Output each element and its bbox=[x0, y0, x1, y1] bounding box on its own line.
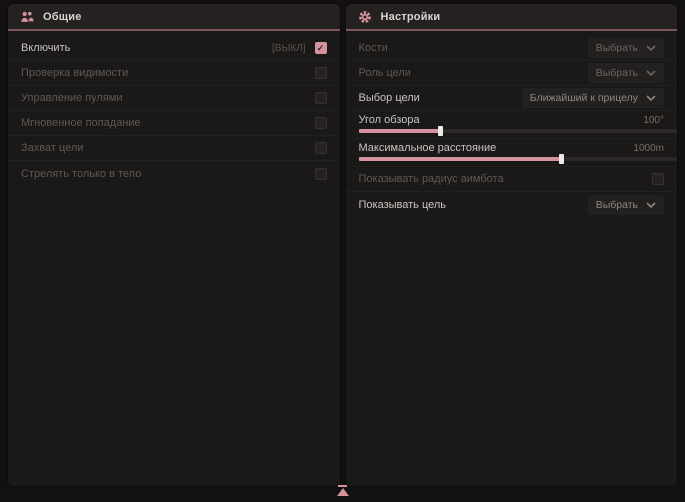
setting-row: Максимальное расстояние 1000m bbox=[346, 139, 678, 167]
checkbox[interactable] bbox=[315, 67, 327, 79]
chevron-down-icon bbox=[646, 95, 656, 101]
setting-row: Мгновенное попадание bbox=[8, 111, 340, 136]
panel-general-header: Общие bbox=[8, 4, 340, 31]
setting-label: Проверка видимости bbox=[21, 67, 315, 79]
slider-label-row: Угол обзора 100° bbox=[359, 114, 665, 126]
users-icon bbox=[20, 10, 34, 24]
dropdown[interactable]: Ближайший к прицелу bbox=[522, 88, 664, 108]
setting-label: Показывать цель bbox=[359, 199, 588, 211]
dropdown-value: Выбрать bbox=[596, 67, 638, 79]
panel-title: Настройки bbox=[381, 11, 441, 23]
panel-title: Общие bbox=[43, 11, 82, 23]
setting-label: Включить bbox=[21, 42, 272, 54]
setting-label: Роль цели bbox=[359, 67, 588, 79]
dropdown-value: Выбрать bbox=[596, 42, 638, 54]
setting-label: Захват цели bbox=[21, 142, 315, 154]
setting-row: Угол обзора 100° bbox=[346, 111, 678, 139]
slider[interactable] bbox=[359, 157, 678, 161]
checkbox[interactable] bbox=[652, 173, 664, 185]
setting-row: Показывать цель Выбрать bbox=[346, 192, 678, 217]
setting-label: Угол обзора bbox=[359, 114, 644, 126]
setting-row: Управление пулями bbox=[8, 86, 340, 111]
setting-label: Стрелять только в тело bbox=[21, 168, 315, 180]
setting-row: Выбор цели Ближайший к прицелу bbox=[346, 86, 678, 111]
panel-settings-header: Настройки bbox=[346, 4, 678, 31]
chevron-down-icon bbox=[646, 45, 656, 51]
panel-general: Общие Включить [ВЫКЛ] Проверка видимости… bbox=[8, 4, 340, 486]
slider-fill bbox=[359, 157, 563, 161]
setting-row: Показывать радиус аимбота bbox=[346, 167, 678, 192]
dropdown[interactable]: Выбрать bbox=[588, 38, 664, 58]
dropdown-value: Ближайший к прицелу bbox=[530, 92, 638, 104]
checkbox[interactable] bbox=[315, 168, 327, 180]
setting-row: Захват цели bbox=[8, 136, 340, 161]
dropdown[interactable]: Выбрать bbox=[588, 63, 664, 83]
dropdown-value: Выбрать bbox=[596, 199, 638, 211]
up-arrow-icon bbox=[337, 488, 349, 496]
slider-handle[interactable] bbox=[559, 154, 564, 164]
setting-label: Кости bbox=[359, 42, 588, 54]
checkbox[interactable] bbox=[315, 142, 327, 154]
chevron-down-icon bbox=[646, 70, 656, 76]
scroll-up-indicator[interactable] bbox=[337, 485, 349, 496]
checkbox[interactable] bbox=[315, 92, 327, 104]
panels-container: Общие Включить [ВЫКЛ] Проверка видимости… bbox=[0, 0, 685, 486]
setting-row: Проверка видимости bbox=[8, 61, 340, 86]
slider-handle[interactable] bbox=[438, 126, 443, 136]
setting-row: Включить [ВЫКЛ] bbox=[8, 36, 340, 61]
slider-fill bbox=[359, 129, 442, 133]
setting-row: Кости Выбрать bbox=[346, 36, 678, 61]
panel-settings: Настройки Кости Выбрать Роль цели Выбрат… bbox=[346, 4, 678, 486]
slider-label-row: Максимальное расстояние 1000m bbox=[359, 142, 665, 154]
setting-row: Стрелять только в тело bbox=[8, 161, 340, 186]
slider[interactable] bbox=[359, 129, 678, 133]
gear-icon bbox=[358, 10, 372, 24]
panel-general-body: Включить [ВЫКЛ] Проверка видимости Управ… bbox=[8, 31, 340, 186]
dropdown[interactable]: Выбрать bbox=[588, 195, 664, 215]
slider-value: 100° bbox=[643, 115, 664, 126]
setting-label: Управление пулями bbox=[21, 92, 315, 104]
checkbox[interactable] bbox=[315, 42, 327, 54]
setting-label: Выбор цели bbox=[359, 92, 522, 104]
setting-state-text: [ВЫКЛ] bbox=[272, 43, 305, 54]
setting-label: Мгновенное попадание bbox=[21, 117, 315, 129]
panel-settings-body: Кости Выбрать Роль цели Выбрать Выбор це… bbox=[346, 31, 678, 217]
setting-row: Роль цели Выбрать bbox=[346, 61, 678, 86]
setting-label: Показывать радиус аимбота bbox=[359, 173, 653, 185]
setting-label: Максимальное расстояние bbox=[359, 142, 634, 154]
slider-value: 1000m bbox=[633, 143, 664, 154]
chevron-down-icon bbox=[646, 202, 656, 208]
scroll-indicator-bar bbox=[338, 485, 347, 487]
checkbox[interactable] bbox=[315, 117, 327, 129]
